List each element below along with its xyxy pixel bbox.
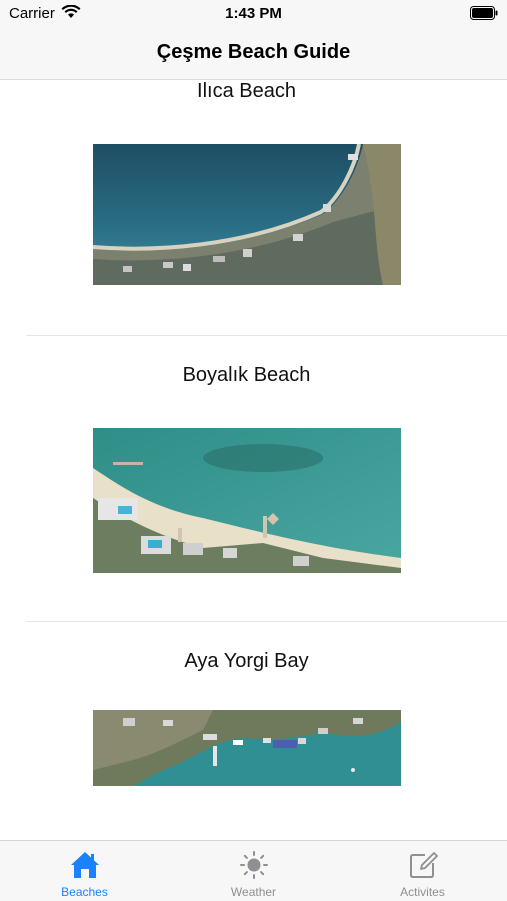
navigation-bar: Çeşme Beach Guide — [0, 28, 507, 80]
list-item[interactable]: Boyalık Beach — [0, 336, 507, 622]
compose-icon — [410, 852, 438, 878]
tab-weather[interactable]: Weather — [169, 841, 338, 901]
status-time: 1:43 PM — [225, 5, 282, 22]
tab-label: Activites — [400, 885, 445, 899]
beach-name: Ilıca Beach — [197, 80, 296, 102]
beach-list[interactable]: Ilıca Beach Boyalık Beach Aya Yorgi Bay — [0, 80, 507, 840]
page-title: Çeşme Beach Guide — [156, 41, 351, 63]
tab-label: Weather — [230, 885, 277, 899]
sun-icon — [240, 851, 268, 879]
list-item[interactable]: Ilıca Beach — [0, 80, 507, 336]
tab-label: Beaches — [61, 885, 108, 899]
beach-image — [93, 428, 401, 573]
house-icon — [71, 852, 99, 878]
list-item[interactable]: Aya Yorgi Bay — [0, 622, 507, 840]
beach-name: Aya Yorgi Bay — [184, 650, 309, 672]
tab-activities[interactable]: Activites — [338, 841, 507, 901]
beach-image — [93, 710, 401, 786]
tab-beaches[interactable]: Beaches — [0, 841, 169, 901]
status-bar: Carrier 1:43 PM — [0, 0, 507, 28]
beach-name: Boyalık Beach — [182, 364, 311, 386]
beach-image — [93, 144, 401, 285]
battery-icon — [470, 6, 498, 20]
tab-bar: Beaches Weather Activites — [0, 840, 507, 901]
